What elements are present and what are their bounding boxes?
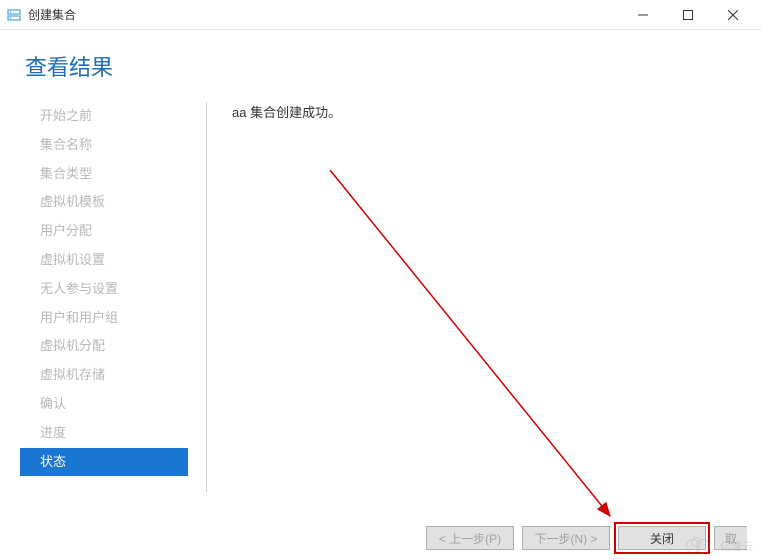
result-panel: aa 集合创建成功。 <box>222 102 741 492</box>
sidebar-item-name: 集合名称 <box>20 131 188 160</box>
main-columns: 开始之前 集合名称 集合类型 虚拟机模板 用户分配 虚拟机设置 无人参与设置 用… <box>20 102 741 492</box>
sidebar-item-unattended: 无人参与设置 <box>20 275 188 304</box>
sidebar-item-confirm: 确认 <box>20 390 188 419</box>
sidebar-item-vm-storage: 虚拟机存储 <box>20 361 188 390</box>
sidebar-item-vm-settings: 虚拟机设置 <box>20 246 188 275</box>
sidebar-item-vm-template: 虚拟机模板 <box>20 188 188 217</box>
titlebar: 创建集合 <box>0 0 761 30</box>
minimize-button[interactable] <box>620 0 665 29</box>
maximize-button[interactable] <box>665 0 710 29</box>
content-area: 查看结果 开始之前 集合名称 集合类型 虚拟机模板 用户分配 虚拟机设置 无人参… <box>0 30 761 508</box>
sidebar-item-begin: 开始之前 <box>20 102 188 131</box>
sidebar-item-user-assign: 用户分配 <box>20 217 188 246</box>
close-wizard-button[interactable]: 关闭 <box>618 526 706 550</box>
sidebar-item-progress: 进度 <box>20 419 188 448</box>
sidebar-item-users-groups: 用户和用户组 <box>20 304 188 333</box>
sidebar: 开始之前 集合名称 集合类型 虚拟机模板 用户分配 虚拟机设置 无人参与设置 用… <box>20 102 188 492</box>
page-title: 查看结果 <box>20 50 741 82</box>
window-icon <box>6 7 22 23</box>
result-message: aa 集合创建成功。 <box>222 102 741 121</box>
close-button[interactable] <box>710 0 755 29</box>
button-bar: < 上一步(P) 下一步(N) > 关闭 取 <box>426 526 747 550</box>
window-title: 创建集合 <box>28 6 620 23</box>
window-controls <box>620 0 755 29</box>
sidebar-item-status: 状态 <box>20 448 188 477</box>
next-button[interactable]: 下一步(N) > <box>522 526 610 550</box>
sidebar-item-vm-assign: 虚拟机分配 <box>20 332 188 361</box>
prev-button[interactable]: < 上一步(P) <box>426 526 514 550</box>
vertical-divider <box>206 102 207 492</box>
sidebar-item-type: 集合类型 <box>20 160 188 189</box>
cancel-button[interactable]: 取 <box>714 526 747 550</box>
